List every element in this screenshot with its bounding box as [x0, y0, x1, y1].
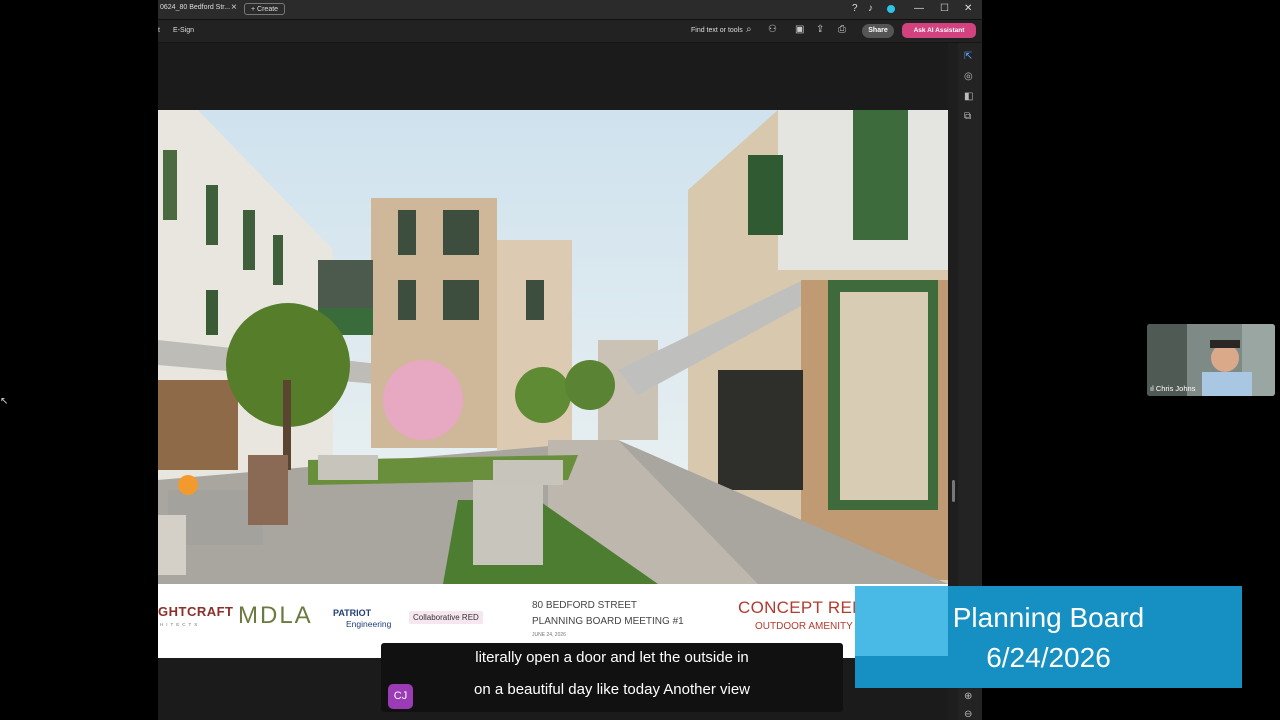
export-icon[interactable]: ⇱ — [964, 51, 972, 62]
comment-icon[interactable]: ◎ — [964, 71, 973, 82]
bookmark-icon[interactable]: ◧ — [964, 91, 973, 102]
toolbar-item-edit[interactable]: t — [158, 27, 160, 34]
caption-line-1: literally open a door and let the outsid… — [475, 649, 749, 666]
save-icon[interactable]: ▣ — [795, 24, 804, 35]
help-icon[interactable]: ? — [852, 3, 858, 14]
collaborative-red-logo: Collaborative RED — [409, 611, 483, 624]
project-address: 80 BEDFORD STREET — [532, 600, 638, 611]
mouse-cursor-icon: ↖ — [0, 396, 9, 407]
mdla-logo: MDLA — [238, 602, 313, 629]
close-window-icon[interactable]: ✕ — [964, 3, 972, 14]
patriot-logo-sub: Engineering — [346, 619, 392, 629]
ask-ai-assistant-button[interactable]: Ask AI Assistant — [902, 23, 976, 38]
vertical-scrollbar[interactable] — [952, 480, 955, 502]
participant-name: ıl Chris Johns — [1150, 384, 1196, 393]
concept-rendering-image — [158, 110, 948, 584]
account-icon[interactable] — [887, 5, 895, 13]
search-icon[interactable]: ⌕ — [746, 24, 752, 35]
toolbar-item-esign[interactable]: E-Sign — [173, 27, 194, 34]
tab-bar: 0624_80 Bedford Str... × + Create ? ♪ — … — [158, 0, 982, 20]
banner-title: Planning Board — [952, 602, 1145, 633]
project-date: JUNE 24, 2026 — [532, 632, 566, 638]
share-button[interactable]: Share — [862, 24, 894, 38]
live-captions: literally open a door and let the outsid… — [381, 643, 843, 712]
brightcraft-logo-sub: HITECTS — [160, 622, 201, 627]
upload-icon[interactable]: ⇪ — [816, 24, 824, 35]
patriot-logo: PATRIOT — [333, 608, 372, 618]
minimize-icon[interactable]: — — [914, 3, 924, 14]
banner-date: 6/24/2026 — [986, 642, 1111, 673]
maximize-icon[interactable]: ☐ — [940, 3, 949, 14]
zoom-in-icon[interactable]: ⊕ — [964, 691, 972, 702]
brightcraft-logo: GHTCRAFT — [158, 604, 234, 619]
ai-tools-icon[interactable]: ⚇ — [768, 24, 777, 35]
print-icon[interactable]: ⎙ — [838, 24, 846, 35]
planning-board-banner: Planning Board 6/24/2026 — [855, 586, 1242, 688]
zoom-out-icon[interactable]: ⊖ — [964, 709, 972, 720]
toolbar: t E-Sign Find text or tools ⌕ ⚇ ▣ ⇪ ⎙ Sh… — [158, 20, 982, 43]
pages-icon[interactable]: ⧉ — [964, 111, 971, 122]
close-tab-icon[interactable]: × — [231, 2, 237, 13]
caption-line-2: on a beautiful day like today Another vi… — [473, 681, 750, 698]
create-label: Create — [257, 6, 279, 13]
project-meeting: PLANNING BOARD MEETING #1 — [532, 616, 684, 627]
find-tools-field[interactable]: Find text or tools — [691, 27, 743, 34]
document-tab[interactable]: 0624_80 Bedford Str... — [160, 4, 230, 11]
bell-icon[interactable]: ♪ — [868, 3, 873, 14]
participant-video-tile[interactable]: ıl Chris Johns — [1147, 324, 1275, 396]
create-button[interactable]: + Create — [244, 3, 286, 15]
slide-page: GHTCRAFT HITECTS MDLA PATRIOT Engineerin… — [158, 110, 948, 658]
